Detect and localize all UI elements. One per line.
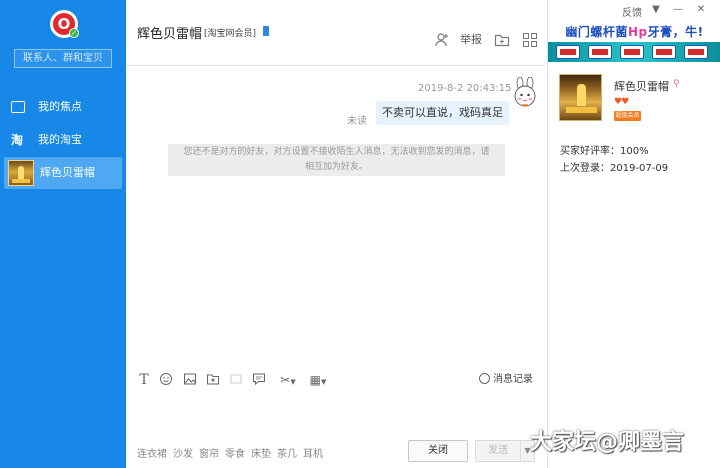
sidebar-item-label: 我的淘宝: [38, 133, 82, 146]
menu-dropdown-icon[interactable]: ▼: [650, 4, 662, 16]
chat-footer: 连衣裙 沙发 窗帘 零食 床垫 茶几 耳机 关闭 发送 ▼: [126, 432, 546, 468]
ad-headline: 幽门螺杆菌Hp牙膏，牛!: [548, 22, 720, 42]
window-controls: 反馈 ▼ — ✕: [548, 0, 720, 22]
toothpaste-icon: [684, 45, 708, 59]
message-timestamp: 2019-8-2 20:43:15: [418, 83, 512, 94]
message-history-label: 消息记录: [493, 374, 533, 385]
stranger-notice: 您还不是对方的好友，对方设置不接收陌生人消息，无法收到您发的消息，请 相互加为好…: [168, 144, 505, 176]
send-button[interactable]: 发送 ▼: [475, 440, 535, 462]
notice-line-2: 相互加为好友。: [304, 162, 368, 172]
notice-line-1: 您还不是对方的好友，对方设置不接收陌生人消息，无法收到您发的消息，请: [183, 147, 490, 157]
clock-icon: [479, 373, 490, 384]
calendar-icon[interactable]: ▦▼: [306, 372, 330, 388]
member-badge: [淘宝网会员]: [204, 29, 257, 39]
sidebar-item-my-taobao[interactable]: 淘 我的淘宝: [0, 125, 126, 155]
chat-title[interactable]: 辉色贝雷帽: [137, 23, 202, 42]
message-bubble[interactable]: 不卖可以直说，戏码真足: [376, 101, 509, 125]
feedback-link[interactable]: 反馈: [622, 4, 642, 19]
seller-card: 辉色贝雷帽 ⚲ ♥♥ 超级会员 买家好评率：100% 上次登录：2019-07-…: [548, 62, 720, 468]
chat-messages-area[interactable]: 2019-8-2 20:43:15 未读 不卖可以直说，戏码真足 您还不是对方的…: [126, 66, 546, 368]
message-read-status: 未读: [347, 116, 367, 127]
sidebar-item-focus[interactable]: 我的焦点: [0, 92, 126, 122]
seller-panel: 反馈 ▼ — ✕ 幽门螺杆菌Hp牙膏，牛! 辉色贝雷帽 ⚲ ♥♥ 超级会员 买家…: [547, 0, 720, 468]
scissors-icon[interactable]: ✂▼: [276, 372, 300, 388]
input-toolbar: T ✂▼ ▦▼ 消息记录: [126, 368, 546, 392]
ad-highlight: Hp: [627, 25, 648, 39]
picture-icon[interactable]: [182, 372, 198, 388]
quick-tag[interactable]: 零食: [225, 449, 245, 460]
contact-avatar: [8, 160, 34, 186]
quick-tag[interactable]: 连衣裙: [137, 449, 167, 460]
credit-hearts-icon: ♥♥: [614, 97, 629, 107]
message-input[interactable]: [126, 392, 546, 432]
close-icon[interactable]: ✕: [695, 4, 707, 16]
vip-badge: 超级会员: [614, 111, 641, 121]
report-button[interactable]: 举报: [460, 32, 482, 48]
send-label: 发送: [488, 445, 508, 456]
praise-rate: 买家好评率：100%: [560, 146, 649, 157]
message-history-button[interactable]: 消息记录: [479, 372, 533, 388]
user-avatar[interactable]: [512, 76, 538, 109]
taobao-icon: 淘: [11, 133, 24, 147]
quick-tag[interactable]: 茶几: [277, 449, 297, 460]
font-icon[interactable]: T: [136, 372, 152, 388]
sidebar-item-contact[interactable]: 辉色贝雷帽: [4, 157, 122, 189]
seller-avatar[interactable]: [559, 74, 602, 121]
add-friend-icon[interactable]: [434, 32, 450, 48]
file-icon[interactable]: [205, 372, 221, 388]
ad-banner[interactable]: 幽门螺杆菌Hp牙膏，牛!: [548, 22, 720, 62]
minimize-icon[interactable]: —: [672, 4, 684, 16]
chat-bubble-icon[interactable]: [251, 372, 267, 388]
ad-product-strip: [548, 42, 720, 62]
quick-tag[interactable]: 窗帘: [199, 449, 219, 460]
watermark: 大家坛@卿墨言: [530, 430, 685, 455]
last-login: 上次登录：2019-07-09: [560, 163, 669, 174]
folder-icon[interactable]: [494, 32, 510, 48]
chat-header: 辉色贝雷帽 [淘宝网会员] 举报: [126, 0, 546, 66]
image-icon: [11, 101, 25, 113]
quick-tags: 连衣裙 沙发 窗帘 零食 床垫 茶几 耳机: [137, 445, 329, 460]
online-status-icon: ✓: [69, 28, 79, 38]
quick-tag[interactable]: 床垫: [251, 449, 271, 460]
sidebar: O ✓ 联系人、群和宝贝 我的焦点 淘 我的淘宝 辉色贝雷帽: [0, 0, 126, 468]
emoji-icon[interactable]: [158, 372, 174, 388]
ad-text: 牙膏，牛!: [647, 25, 704, 39]
toothpaste-icon: [620, 45, 644, 59]
toothpaste-icon: [556, 45, 580, 59]
screenshot-icon: [228, 372, 244, 388]
mobile-icon: [263, 26, 269, 36]
app-avatar[interactable]: O ✓: [50, 10, 79, 38]
sidebar-item-label: 我的焦点: [38, 100, 82, 113]
quick-tag[interactable]: 沙发: [173, 449, 193, 460]
ad-text: 幽门螺杆菌: [565, 25, 628, 39]
toothpaste-icon: [652, 45, 676, 59]
close-button[interactable]: 关闭: [408, 440, 468, 462]
contact-search-input[interactable]: 联系人、群和宝贝: [14, 49, 112, 68]
toothpaste-icon: [588, 45, 612, 59]
quick-tag[interactable]: 耳机: [303, 449, 323, 460]
location-pin-icon: ⚲: [673, 79, 680, 89]
sidebar-item-label: 辉色贝雷帽: [40, 166, 95, 179]
seller-name[interactable]: 辉色贝雷帽: [614, 78, 669, 94]
apps-grid-icon[interactable]: [522, 32, 538, 48]
